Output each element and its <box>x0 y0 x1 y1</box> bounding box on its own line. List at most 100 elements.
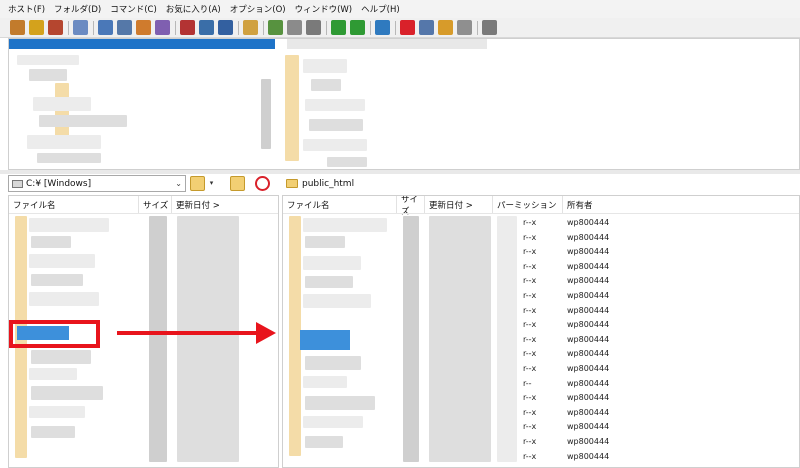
upload-download-icon[interactable] <box>243 20 258 35</box>
permission-cell: r--x <box>523 422 537 432</box>
column-header-owner[interactable]: 所有者 <box>563 196 799 213</box>
quick-connect-icon[interactable] <box>29 20 44 35</box>
chevron-down-icon[interactable]: ⌄ <box>175 179 182 188</box>
menu-item[interactable]: コマンド(C) <box>110 3 157 15</box>
log-header-selected <box>9 39 275 49</box>
local-path-text: C:¥ [Windows] <box>26 178 92 189</box>
column-header-size[interactable]: サイズ <box>139 196 172 213</box>
list-view-icon[interactable] <box>98 20 113 35</box>
toolbar-separator <box>93 20 94 35</box>
permission-cell: r--x <box>523 247 537 257</box>
detail-view-icon[interactable] <box>117 20 132 35</box>
horizontal-splitter[interactable] <box>0 170 800 174</box>
blurred-text <box>39 115 127 127</box>
blurred-text <box>31 426 75 438</box>
mirror-upload-icon[interactable] <box>268 20 283 35</box>
permission-cell: r--x <box>523 364 537 373</box>
menu-item[interactable]: フォルダ(D) <box>54 3 101 15</box>
owner-cell: wp800444 <box>567 378 610 388</box>
web-icon[interactable] <box>375 20 390 35</box>
attributes-icon[interactable] <box>457 20 472 35</box>
find-icon[interactable] <box>287 20 302 35</box>
local-path-combobox[interactable]: C:¥ [Windows] ⌄ <box>8 175 186 192</box>
column-header-permission[interactable]: パーミッション <box>493 196 563 213</box>
exit-icon[interactable] <box>482 20 497 35</box>
menu-item[interactable]: お気に入り(A) <box>166 3 221 15</box>
ascii-mode-icon[interactable] <box>199 20 214 35</box>
column-header-date[interactable]: 更新日付 > <box>172 196 278 213</box>
remote-path-text: public_html <box>302 178 355 189</box>
menu-item[interactable]: ホスト(F) <box>8 3 45 15</box>
blurred-text <box>37 153 101 163</box>
column-header-label: サイズ <box>143 200 169 211</box>
owner-cell: wp800444 <box>567 291 610 300</box>
connect-icon[interactable] <box>10 20 25 35</box>
menu-item[interactable]: ヘルプ(H) <box>361 3 400 15</box>
delete-icon[interactable] <box>400 20 415 35</box>
remote-file-list[interactable]: ファイル名 サイズ 更新日付 > パーミッション 所有者 r--x wp80044… <box>282 195 800 468</box>
binary-mode-icon[interactable] <box>180 20 195 35</box>
chevron-down-icon[interactable]: ▾ <box>207 176 216 191</box>
new-folder-icon[interactable] <box>230 176 245 191</box>
settings-icon[interactable] <box>73 20 88 35</box>
highlight-box <box>9 320 100 348</box>
menu-item[interactable]: ウィンドウ(W) <box>295 3 353 15</box>
permission-cell: r--x <box>523 232 537 242</box>
permission-cell: r--x <box>523 276 537 286</box>
toolbar-separator <box>370 20 371 35</box>
blurred-text <box>31 386 103 400</box>
upload-arrow-icon[interactable] <box>350 20 365 35</box>
rename-icon[interactable] <box>419 20 434 35</box>
filter-icon[interactable] <box>155 20 170 35</box>
column-header-label: 所有者 <box>567 200 593 211</box>
remote-path-bar[interactable]: public_html <box>282 175 800 192</box>
permission-cell: r--x <box>523 393 537 403</box>
log-pane[interactable] <box>8 38 800 170</box>
blurred-dates <box>177 216 239 462</box>
header-divider <box>283 213 799 214</box>
toolbar-separator <box>477 20 478 35</box>
toolbar <box>0 18 800 38</box>
column-header-label: 更新日付 > <box>176 200 220 211</box>
blurred-text <box>303 376 347 388</box>
owner-cell: wp800444 <box>567 218 610 227</box>
permission-cell: r--x <box>523 349 537 359</box>
selected-remote-file[interactable] <box>300 330 350 350</box>
blurred-perm-prefix <box>497 216 517 462</box>
sort-icon[interactable] <box>136 20 151 35</box>
blurred-text <box>305 99 365 111</box>
blurred-text <box>303 256 361 270</box>
mkdir-icon[interactable] <box>438 20 453 35</box>
blurred-text <box>17 55 79 65</box>
permission-cell: r--x <box>523 334 537 344</box>
blurred-dates <box>429 216 491 462</box>
owner-cell: wp800444 <box>567 437 610 446</box>
refresh-icon[interactable] <box>255 176 270 191</box>
owner-cell: wp800444 <box>567 422 610 432</box>
folder-up-icon[interactable] <box>190 176 205 191</box>
disconnect-icon[interactable] <box>48 20 63 35</box>
permission-cell: r--x <box>523 305 537 315</box>
blurred-text <box>29 368 77 380</box>
blurred-text <box>29 254 95 268</box>
column-header-name[interactable]: ファイル名 <box>9 196 139 213</box>
download-arrow-icon[interactable] <box>331 20 346 35</box>
blurred-text <box>29 292 99 306</box>
stop-icon[interactable] <box>306 20 321 35</box>
auto-mode-icon[interactable] <box>218 20 233 35</box>
menu-item[interactable]: オプション(O) <box>230 3 286 15</box>
blurred-text <box>305 356 361 370</box>
column-header-date[interactable]: 更新日付 > <box>425 196 493 213</box>
owner-cell: wp800444 <box>567 334 610 344</box>
blurred-text <box>305 276 353 288</box>
owner-cell: wp800444 <box>567 261 610 271</box>
column-header-size[interactable]: サイズ <box>397 196 425 217</box>
permission-cell: r--x <box>523 451 537 461</box>
header-divider <box>9 213 278 214</box>
permission-cell: r--x <box>523 407 537 417</box>
blurred-text <box>327 157 367 167</box>
column-header-label: 更新日付 > <box>429 200 473 211</box>
column-header-name[interactable]: ファイル名 <box>283 196 397 213</box>
blurred-text <box>31 350 91 364</box>
column-header-label: パーミッション <box>497 200 557 211</box>
